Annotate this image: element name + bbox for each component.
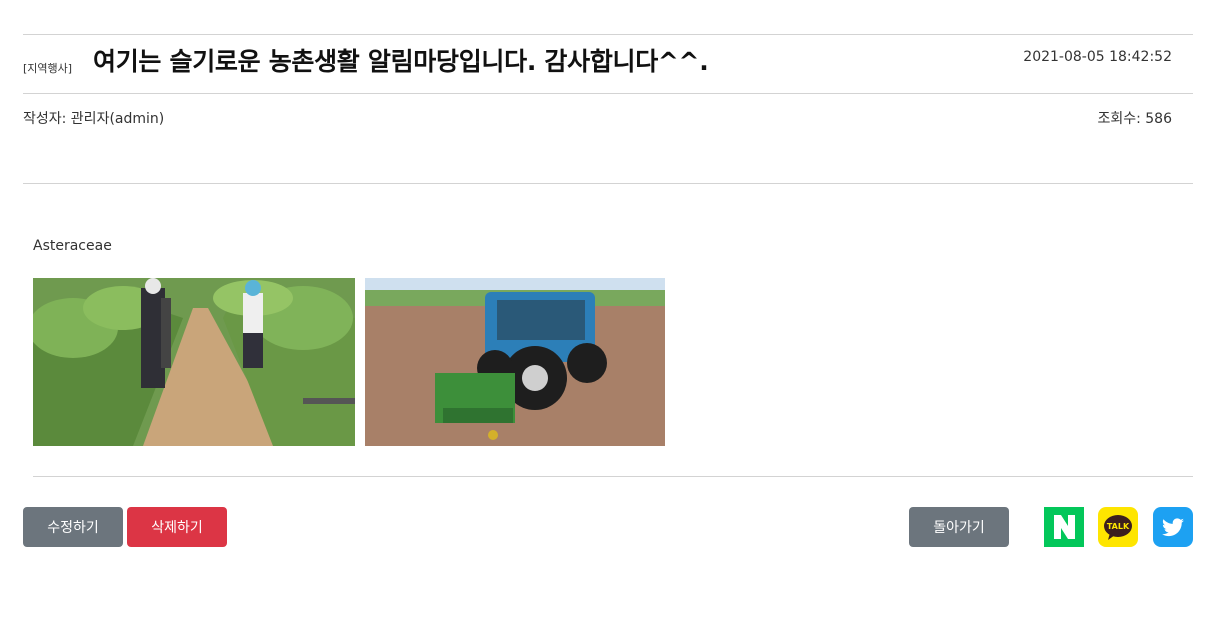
kakaotalk-share-button[interactable]: TALK — [1098, 507, 1138, 547]
content-divider — [33, 476, 1193, 477]
naver-icon — [1044, 507, 1084, 547]
post-views: 조회수: 586 — [1097, 111, 1172, 127]
twitter-icon — [1153, 507, 1193, 547]
post-category: [지역행사] — [23, 62, 73, 75]
title-divider — [23, 93, 1193, 94]
meta-divider — [23, 183, 1193, 184]
twitter-share-button[interactable] — [1153, 507, 1193, 547]
tractor-field-photo — [365, 278, 665, 446]
post-date: 2021-08-05 18:42:52 — [1023, 49, 1172, 65]
back-button[interactable]: 돌아가기 — [909, 507, 1009, 547]
delete-button[interactable]: 삭제하기 — [127, 507, 227, 547]
naver-share-button[interactable] — [1044, 507, 1084, 547]
post-author: 작성자: 관리자(admin) — [23, 111, 165, 127]
top-divider — [23, 34, 1193, 35]
kakaotalk-icon: TALK — [1098, 507, 1138, 547]
kakaotalk-label: TALK — [1107, 522, 1130, 531]
post-body-text: Asteraceae — [33, 238, 112, 254]
post-title: 여기는 슬기로운 농촌생활 알림마당입니다. 감사합니다^^. — [93, 47, 709, 76]
orchard-workers-photo — [33, 278, 355, 446]
edit-button[interactable]: 수정하기 — [23, 507, 123, 547]
